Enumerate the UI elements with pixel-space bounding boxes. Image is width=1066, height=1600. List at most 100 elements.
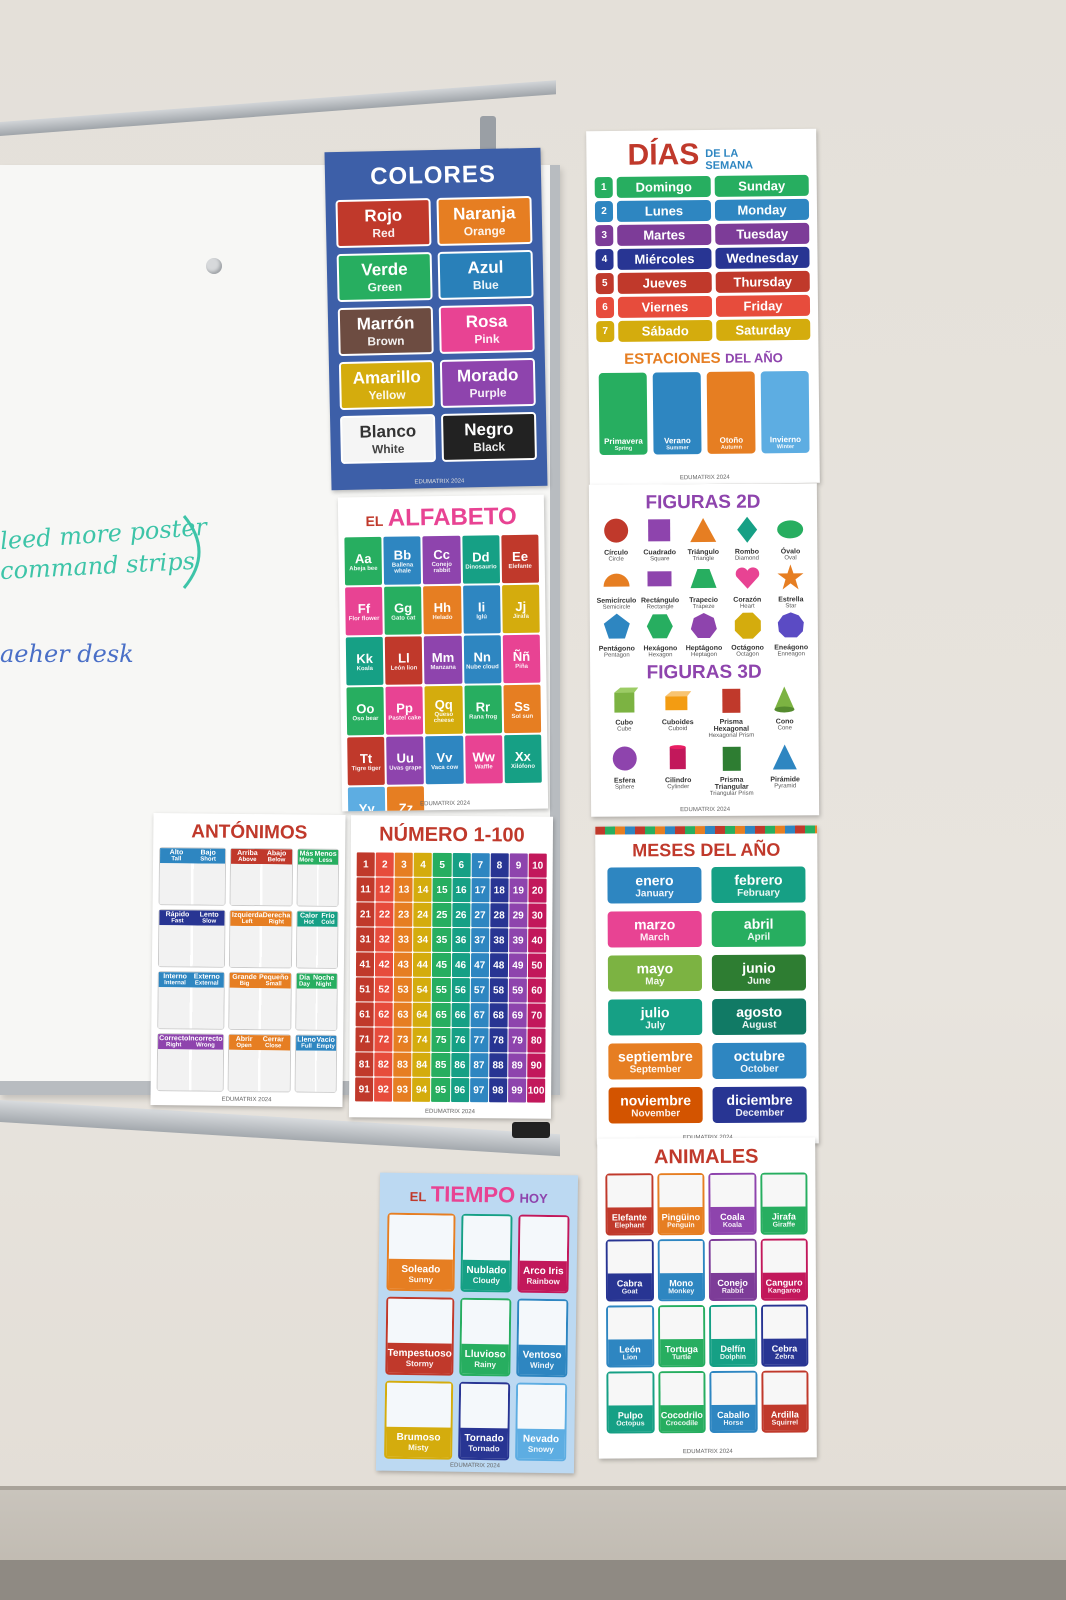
number-cell: 44: [413, 952, 432, 977]
animal-label: Elefante Elephant: [607, 1207, 652, 1234]
shape-name-en: Pentagon: [603, 652, 630, 659]
antonimos-grid: Alto Tall Bajo Short Arriba Above Abajo Below Má…: [151, 843, 346, 1097]
number-cell: 1: [356, 852, 375, 877]
animal-card: Coala Koala: [708, 1172, 757, 1235]
semicircle-icon: [602, 565, 630, 598]
animal-name-en: Zebra: [775, 1353, 795, 1361]
animal-name-en: Dolphin: [720, 1353, 747, 1361]
poster-brand: EDUMATRIX 2024: [425, 1108, 475, 1116]
antonym-illustration: [229, 987, 291, 1030]
antonym-illustration: [230, 863, 292, 906]
day-name-en: Thursday: [715, 270, 810, 293]
animal-label: Mono Monkey: [659, 1273, 704, 1300]
number-cell: 16: [451, 878, 471, 903]
alphabet-word: Sol sun: [511, 713, 534, 720]
alphabet-tile: Ee Elefante: [501, 534, 540, 584]
antonym-word-en: Right: [165, 1042, 182, 1049]
color-card: Rosa Pink: [438, 303, 535, 354]
antonym-b: Pequeño Small: [259, 974, 289, 987]
antonym-card: Grande Big Pequeño Small: [228, 971, 292, 1031]
antonym-a: Día Day: [299, 975, 310, 988]
season-name-en: Autumn: [720, 444, 743, 451]
shape-name-en: Octagon: [736, 651, 759, 658]
antonym-b: Vacío Empty: [316, 1037, 334, 1050]
animal-illustration: [762, 1372, 807, 1405]
animal-name-en: Giraffe: [772, 1221, 796, 1229]
cube-shape: [614, 687, 639, 713]
poster-brand: EDUMATRIX 2024: [414, 478, 465, 486]
day-number: 3: [595, 224, 614, 247]
antonym-b: Menos Less: [314, 851, 336, 864]
animal-illustration: [659, 1241, 703, 1274]
alphabet-letter: Nn: [473, 648, 492, 665]
antonym-header: Abrir Open Cerrar Close: [229, 1034, 291, 1051]
alphabet-letter: Ww: [472, 748, 495, 765]
shape-2d-item: Triángulo Triangle: [682, 516, 724, 562]
antonym-card: Arriba Above Abajo Below: [229, 847, 293, 907]
weather-name-es: Arco Iris: [522, 1265, 564, 1278]
season-name-es: Invierno: [769, 434, 802, 445]
shape-name-en: Semicircle: [602, 604, 631, 611]
shape-3d-item: Cuboides Cuboid: [652, 686, 704, 742]
antonym-a: Interno Internal: [163, 973, 187, 986]
shape-3d-item: Cilindro Cylinder: [652, 744, 704, 800]
antonym-header: Correcto Right Incorrecto Wrong: [158, 1034, 224, 1050]
animal-label: León Lion: [608, 1339, 652, 1366]
poster-colores: COLORES Rojo Red Naranja Orange Verde Green Az…: [324, 147, 548, 491]
month-name-en: September: [629, 1063, 682, 1075]
shape-name-en: Triangular Prism: [709, 790, 754, 797]
antonym-a: Lleno Full: [297, 1037, 316, 1050]
month-name-es: agosto: [736, 1003, 783, 1020]
number-cell: 46: [451, 953, 470, 978]
month-card: diciembre December: [712, 1086, 807, 1123]
day-name-en: Friday: [715, 294, 811, 317]
alphabet-tile: Bb Ballena whale: [383, 536, 422, 585]
day-name-es: Lunes: [616, 199, 712, 222]
alphabet-word: Nube cloud: [466, 663, 499, 671]
month-card: marzo March: [607, 911, 702, 948]
animal-label: Conejo Rabbit: [710, 1272, 755, 1299]
shape-3d-item: Esfera Sphere: [599, 744, 651, 800]
number-cell: 97: [469, 1078, 488, 1103]
alphabet-tile: Ññ Piña: [502, 634, 541, 684]
color-name-es: Marrón: [356, 313, 415, 334]
color-card: Negro Black: [440, 411, 537, 462]
alphabet-word: Piña: [515, 663, 528, 670]
animal-card: Cocodrilo Crocodile: [657, 1371, 706, 1434]
number-cell: 76: [450, 1028, 470, 1053]
animal-label: Jirafa Giraffe: [762, 1206, 806, 1233]
alphabet-tile: Ff Flor flower: [345, 586, 383, 636]
oval-icon: [776, 515, 804, 548]
whiteboard-top-rail: [0, 80, 556, 136]
color-name-en: Pink: [474, 331, 500, 347]
color-name-en: White: [371, 441, 405, 457]
antonym-illustration: [158, 925, 225, 967]
alphabet-letter: Oo: [356, 700, 375, 716]
month-name-es: diciembre: [726, 1091, 793, 1108]
month-name-en: April: [747, 931, 771, 943]
antonym-b: Lento Slow: [200, 911, 219, 924]
animal-card: Delfín Dolphin: [709, 1304, 757, 1367]
antonym-a: Más More: [299, 851, 313, 864]
antonym-word-en: Empty: [316, 1043, 335, 1050]
tiempo-title-suffix: HOY: [519, 1190, 548, 1206]
heptagon-icon: [690, 612, 718, 645]
hexagon-icon: [646, 612, 674, 645]
antonym-card: Rápido Fast Lento Slow: [157, 909, 226, 968]
weather-label: Tornado Tornado: [460, 1427, 508, 1459]
alphabet-word: Rana frog: [469, 713, 498, 721]
circle-shape: [603, 518, 628, 543]
day-name-es: Miércoles: [617, 247, 712, 270]
poster-antonimos: ANTÓNIMOS Alto Tall Bajo Short Arriba Above Ab…: [150, 813, 346, 1107]
shape-name-en: Hexagonal Prism: [708, 732, 755, 739]
star-icon: [777, 563, 805, 596]
month-card: mayo May: [607, 955, 703, 992]
alphabet-tile: Kk Koala: [345, 636, 384, 686]
number-cell: 45: [432, 952, 451, 977]
antonym-word-en: Day: [298, 981, 311, 988]
cone-shape: [774, 686, 795, 713]
alphabet-tile: Xx Xilófono: [503, 734, 542, 784]
number-cell: 77: [469, 1028, 489, 1053]
animal-illustration: [710, 1240, 755, 1273]
day-name-es: Martes: [617, 223, 712, 246]
